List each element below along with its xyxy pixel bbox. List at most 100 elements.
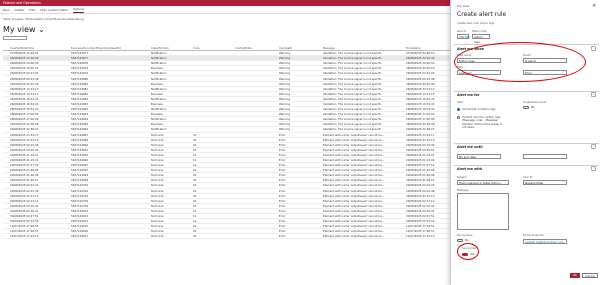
table-cell: 01: [193, 173, 197, 178]
table-cell: Element with name 'outputLevel' cannot b…: [323, 158, 385, 163]
column-header[interactable]: Timestamp: [405, 46, 450, 50]
table-row[interactable]: 12/07/2025 17:29:12 5637144617 Technical 01…: [3, 234, 450, 240]
subject-field[interactable]: Field LogLevel in table Action...: [457, 180, 509, 185]
column-header[interactable]: BusinessDocumentExecutionResultId: [70, 46, 150, 50]
table-cell: 30/08/2025 02:27:51: [10, 214, 39, 219]
table-cell: Technical: [151, 214, 164, 219]
table-cell: 29/08/2025 02:02:46: [10, 188, 39, 193]
table-cell: 5637144683: [71, 107, 89, 112]
hide-system-fields-button[interactable]: Hide system fields: [40, 8, 68, 12]
end-date-dropdown[interactable]: No end date: [457, 154, 501, 159]
table-cell: Business: [151, 66, 163, 71]
send-popup-value: No: [465, 238, 469, 242]
table-cell: 29/08/2025 01:19:04: [10, 158, 39, 163]
table-cell: 5637144682: [71, 91, 89, 96]
table-cell: 26/08/2025 02:22:02: [10, 71, 39, 76]
delete-button[interactable]: Delete: [15, 8, 25, 12]
ok-button[interactable]: OK: [570, 273, 580, 278]
column-header[interactable]: InsertedDateTime: [9, 46, 70, 50]
column-header[interactable]: ContextData: [234, 46, 278, 50]
table-cell: Error: [279, 219, 286, 224]
table-cell: 01: [193, 198, 197, 203]
email-recipients-label: Email recipients: [523, 234, 544, 237]
table-cell: Validation: The invoice signer is not sp…: [323, 127, 383, 132]
send-popup-toggle[interactable]: [457, 239, 463, 242]
table-cell: 26/08/2025 22:16:40: [406, 56, 435, 61]
table-cell: Notification: [151, 56, 167, 61]
table-cell: Validation: The invoice signer is not sp…: [323, 86, 383, 91]
table-cell: Error: [279, 142, 286, 147]
table-cell: Warning: [279, 107, 291, 112]
table-cell: 01: [193, 152, 197, 157]
chevron-down-icon: ⌄: [562, 180, 565, 183]
collapse-icon[interactable]: ⌃: [591, 92, 596, 97]
radio-all-records[interactable]: [457, 108, 460, 111]
table-cell: Warning: [279, 96, 291, 101]
table-cell: Element with name 'outputLevel' cannot b…: [323, 142, 385, 147]
table-cell: 5637144683: [71, 101, 89, 106]
table-cell: 5637144697: [71, 168, 89, 173]
table-cell: 5637144697: [71, 163, 89, 168]
send-popup-label: Send popup: [457, 234, 473, 237]
table-cell: 01: [193, 208, 197, 213]
org-wide-toggle[interactable]: [523, 106, 529, 109]
table-cell: 29/08/2025 23:34:19: [406, 137, 435, 142]
table-cell: 27/08/2025 22:48:52: [10, 51, 39, 56]
close-icon[interactable]: ×: [592, 3, 596, 9]
table-cell: Technical: [151, 188, 164, 193]
collapse-icon[interactable]: ⌃: [591, 166, 596, 171]
table-cell: Warning: [279, 117, 291, 122]
table-cell: 26/08/2025 13:13:12: [406, 86, 435, 91]
table-cell: Error: [279, 178, 286, 183]
panel-title: Create alert rule: [457, 11, 507, 18]
table-cell: 01: [193, 137, 197, 142]
table-name-field[interactable]: Action logs: [472, 34, 490, 44]
collapse-icon[interactable]: ⌃: [591, 144, 596, 149]
table-cell: 28/08/2025 22:38:06: [10, 122, 39, 127]
table-cell: Error: [279, 193, 286, 198]
collapse-icon[interactable]: ⌃: [591, 46, 596, 51]
table-cell: Error: [279, 224, 286, 229]
column-header[interactable]: Inputpath: [278, 46, 322, 50]
table-cell: 29/08/2025 00:19:36: [10, 142, 39, 147]
table-cell: Error: [279, 188, 286, 193]
table-cell: Element with name 'outputLevel' cannot b…: [323, 173, 385, 178]
section-alert-until[interactable]: Alert me until: [457, 145, 483, 149]
section-alert-for[interactable]: Alert me for: [457, 93, 479, 97]
table-cell: Validation: The invoice signer is not sp…: [323, 122, 383, 127]
column-header[interactable]: Message: [322, 46, 405, 50]
table-cell: 29/08/2025 02:16:41: [10, 203, 39, 208]
table-cell: Validation: The invoice signer is not sp…: [323, 56, 383, 61]
table-cell: Technical: [151, 132, 164, 137]
filter-input[interactable]: [3, 36, 27, 40]
table-cell: 01: [193, 203, 197, 208]
edit-button[interactable]: Edit: [29, 8, 35, 12]
message-textarea[interactable]: [457, 193, 509, 230]
new-button[interactable]: New: [3, 8, 10, 12]
table-cell: 26/08/2025 13:13:13: [10, 91, 39, 96]
breadcrumb: Table browser: BusinessDocumentExecution…: [3, 17, 84, 21]
table-cell: 26/08/2025 02:22:02: [406, 71, 435, 76]
user-id-field[interactable]: Nagesh Patel: [523, 180, 567, 185]
table-cell: Warning: [279, 122, 291, 127]
table-cell: 5637144690: [71, 142, 89, 147]
email-recipients-field[interactable]: nagesh.patel@contoso.com: [523, 239, 567, 244]
table-cell: Error: [279, 183, 286, 188]
column-header[interactable]: Code: [192, 46, 234, 50]
app-title: Finance and Operations: [3, 1, 41, 5]
rule-id-field[interactable]: 000780: [457, 34, 470, 39]
page-title[interactable]: My view ⌄: [3, 25, 45, 34]
table-cell: Technical: [151, 208, 164, 213]
end-date-field[interactable]: [523, 154, 567, 159]
table-cell: 5637144612: [71, 208, 89, 213]
table-cell: 01: [193, 168, 197, 173]
highlight-annotation: [457, 243, 479, 260]
panel-breadcrumb: My view: [457, 4, 470, 8]
radio-current-record[interactable]: [457, 116, 460, 119]
cancel-button[interactable]: Cancel: [582, 273, 598, 278]
column-header[interactable]: Classification: [150, 46, 192, 50]
options-tab[interactable]: Options: [72, 7, 85, 13]
table-cell: Validation: The invoice signer is not sp…: [323, 112, 383, 117]
table-cell: 01: [193, 193, 197, 198]
section-alert-with[interactable]: Alert me with: [457, 167, 482, 171]
